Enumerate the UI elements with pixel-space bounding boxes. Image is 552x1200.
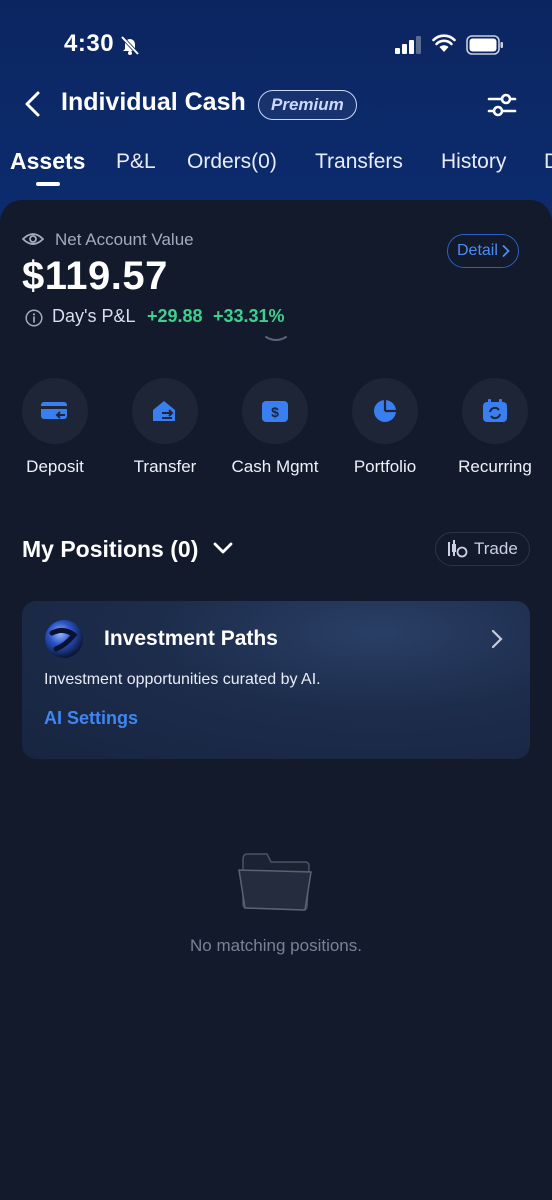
- expand-chevron-icon[interactable]: [264, 334, 288, 344]
- deposit-label: Deposit: [26, 457, 84, 476]
- net-account-value-label: Net Account Value: [55, 230, 194, 249]
- tab-pl[interactable]: P&L: [116, 150, 156, 174]
- transfer-label: Transfer: [133, 457, 197, 476]
- transfer-house-icon: [153, 401, 175, 421]
- day-pl-label: Day's P&L: [52, 306, 136, 326]
- deposit-card-icon: [41, 402, 67, 419]
- info-icon[interactable]: [25, 309, 43, 327]
- status-time: 4:30: [64, 30, 115, 57]
- day-pl-amount: +29.88: [147, 306, 203, 326]
- detail-button[interactable]: Detail: [447, 234, 519, 268]
- day-pl-percent: +33.31%: [213, 306, 285, 326]
- tab-transfers[interactable]: Transfers: [315, 150, 403, 174]
- tab-assets[interactable]: Assets: [10, 148, 85, 175]
- active-tab-indicator: [36, 182, 60, 186]
- investment-paths-title: Investment Paths: [104, 627, 278, 650]
- cash-mgmt-button[interactable]: $ Cash Mgmt: [220, 378, 330, 477]
- battery-icon: [466, 35, 503, 55]
- ai-settings-link[interactable]: AI Settings: [44, 708, 138, 729]
- cash-wallet-icon: $: [262, 401, 288, 422]
- sliders-icon[interactable]: [486, 90, 518, 120]
- signal-icon: [395, 36, 421, 54]
- trade-button[interactable]: Trade: [435, 532, 530, 566]
- chevron-left-icon[interactable]: [18, 88, 50, 120]
- portfolio-circle: [352, 378, 418, 444]
- wifi-icon: [432, 34, 456, 52]
- chevron-right-icon: [491, 629, 503, 649]
- net-account-value: $119.57: [22, 254, 168, 298]
- deposit-button[interactable]: Deposit: [0, 378, 110, 477]
- tab-overflow[interactable]: D: [544, 150, 552, 174]
- investment-paths-description: Investment opportunities curated by AI.: [44, 671, 321, 688]
- portfolio-label: Portfolio: [353, 457, 417, 476]
- tab-history[interactable]: History: [441, 150, 506, 174]
- empty-folder-icon: [238, 853, 312, 911]
- transfer-circle: [132, 378, 198, 444]
- chevron-right-icon: [502, 245, 510, 257]
- premium-badge: Premium: [258, 90, 357, 120]
- quick-actions: Deposit Transfer $ Cash Mgmt Portfolio R…: [0, 378, 552, 488]
- cash-mgmt-circle: $: [242, 378, 308, 444]
- account-title: Individual Cash: [61, 88, 246, 116]
- transfer-button[interactable]: Transfer: [110, 378, 220, 477]
- svg-text:$: $: [271, 404, 279, 420]
- bell-off-icon: [120, 35, 140, 56]
- detail-label: Detail: [457, 242, 498, 259]
- trade-label: Trade: [474, 539, 518, 558]
- investment-paths-card[interactable]: Investment Paths Investment opportunitie…: [22, 601, 530, 759]
- portfolio-button[interactable]: Portfolio: [330, 378, 440, 477]
- recurring-label: Recurring: [458, 457, 532, 476]
- cash-mgmt-label: Cash Mgmt: [231, 457, 319, 476]
- empty-state-text: No matching positions.: [190, 936, 362, 955]
- status-bar: 4:30: [0, 0, 552, 80]
- chevron-down-icon[interactable]: [212, 540, 234, 556]
- my-positions-title[interactable]: My Positions (0): [22, 536, 198, 563]
- tab-bar: Assets P&L Orders(0) Transfers History D: [0, 146, 552, 190]
- investment-paths-logo: [45, 620, 83, 658]
- recurring-calendar-icon: [483, 399, 507, 422]
- eye-icon[interactable]: [22, 230, 44, 248]
- trade-icon: [448, 540, 468, 558]
- tab-orders[interactable]: Orders(0): [187, 150, 277, 174]
- recurring-circle: [462, 378, 528, 444]
- recurring-button[interactable]: Recurring: [440, 378, 550, 477]
- pie-chart-icon: [374, 400, 396, 422]
- deposit-circle: [22, 378, 88, 444]
